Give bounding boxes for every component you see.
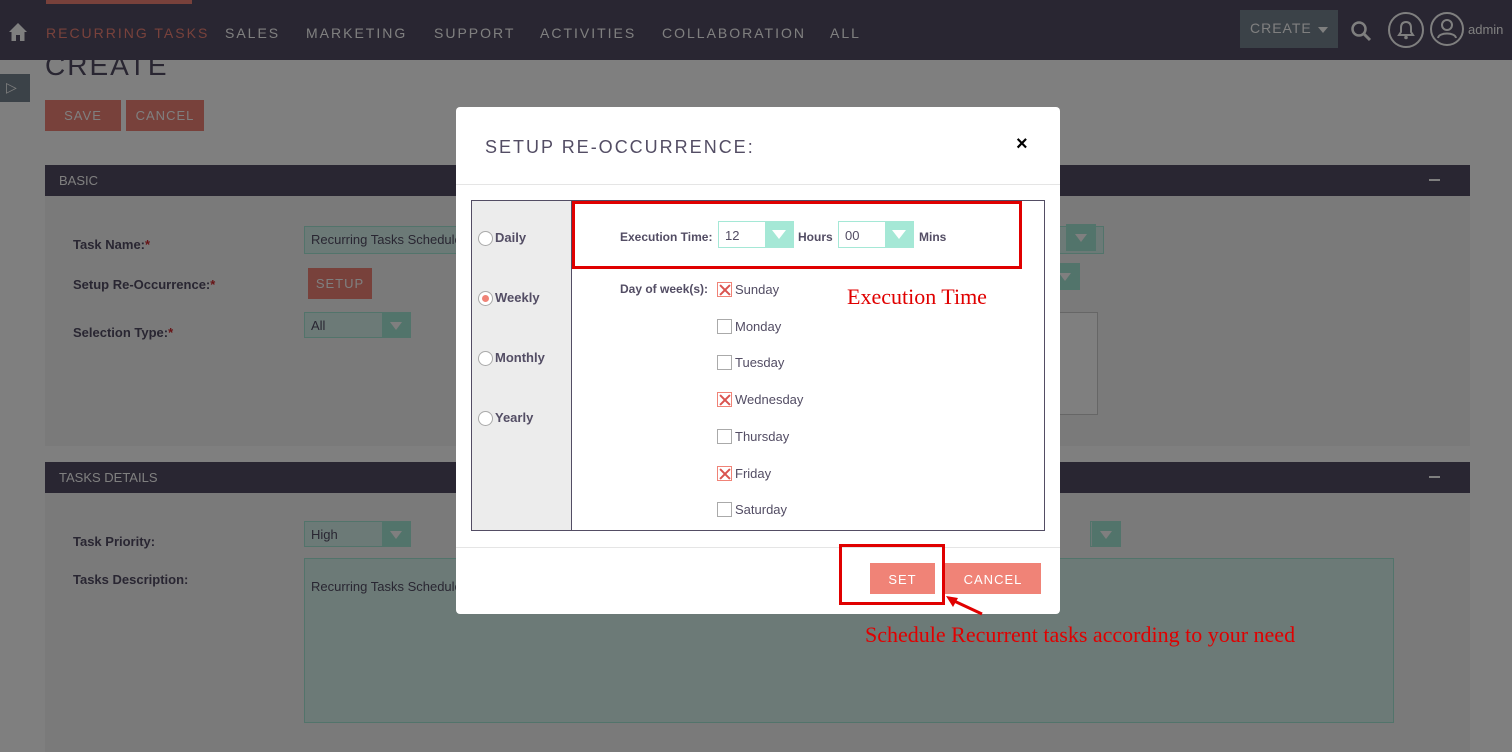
sunday-label: Sunday bbox=[735, 282, 780, 297]
modal-title: SETUP RE-OCCURRENCE: bbox=[485, 137, 755, 157]
monthly-label: Monthly bbox=[495, 350, 545, 365]
friday-checkbox[interactable] bbox=[717, 466, 732, 481]
wednesday-label: Wednesday bbox=[735, 392, 804, 407]
saturday-label: Saturday bbox=[735, 502, 788, 517]
setup-reoccurrence-modal: SETUP RE-OCCURRENCE: × Daily Weekly Mont… bbox=[456, 107, 1060, 614]
day-of-week-label: Day of week(s): bbox=[620, 282, 709, 296]
weekly-label: Weekly bbox=[495, 290, 540, 305]
wednesday-checkbox[interactable] bbox=[717, 392, 732, 407]
modal-cancel-button[interactable]: CANCEL bbox=[945, 563, 1041, 594]
frequency-tabs: Daily Weekly Monthly Yearly bbox=[472, 201, 572, 530]
yearly-radio[interactable] bbox=[478, 411, 493, 426]
thursday-checkbox[interactable] bbox=[717, 429, 732, 444]
daily-label: Daily bbox=[495, 230, 527, 245]
tuesday-label: Tuesday bbox=[735, 355, 785, 370]
tuesday-checkbox[interactable] bbox=[717, 355, 732, 370]
execution-time-annotation: Execution Time bbox=[847, 284, 987, 309]
close-icon[interactable]: × bbox=[1016, 133, 1028, 156]
monday-label: Monday bbox=[735, 319, 782, 334]
monday-checkbox[interactable] bbox=[717, 319, 732, 334]
execution-time-highlight bbox=[572, 201, 1022, 269]
annotation-arrow-icon bbox=[946, 596, 983, 616]
monthly-radio[interactable] bbox=[478, 351, 493, 366]
daily-radio[interactable] bbox=[478, 231, 493, 246]
friday-label: Friday bbox=[735, 466, 772, 481]
set-button-highlight bbox=[839, 544, 945, 605]
yearly-label: Yearly bbox=[495, 410, 534, 425]
saturday-checkbox[interactable] bbox=[717, 502, 732, 517]
weekly-radio[interactable] bbox=[478, 291, 493, 306]
sunday-checkbox[interactable] bbox=[717, 282, 732, 297]
modal-header-divider bbox=[456, 184, 1060, 185]
modal-footer-divider bbox=[456, 547, 1060, 548]
thursday-label: Thursday bbox=[735, 429, 790, 444]
schedule-annotation: Schedule Recurrent tasks according to yo… bbox=[865, 622, 1296, 647]
